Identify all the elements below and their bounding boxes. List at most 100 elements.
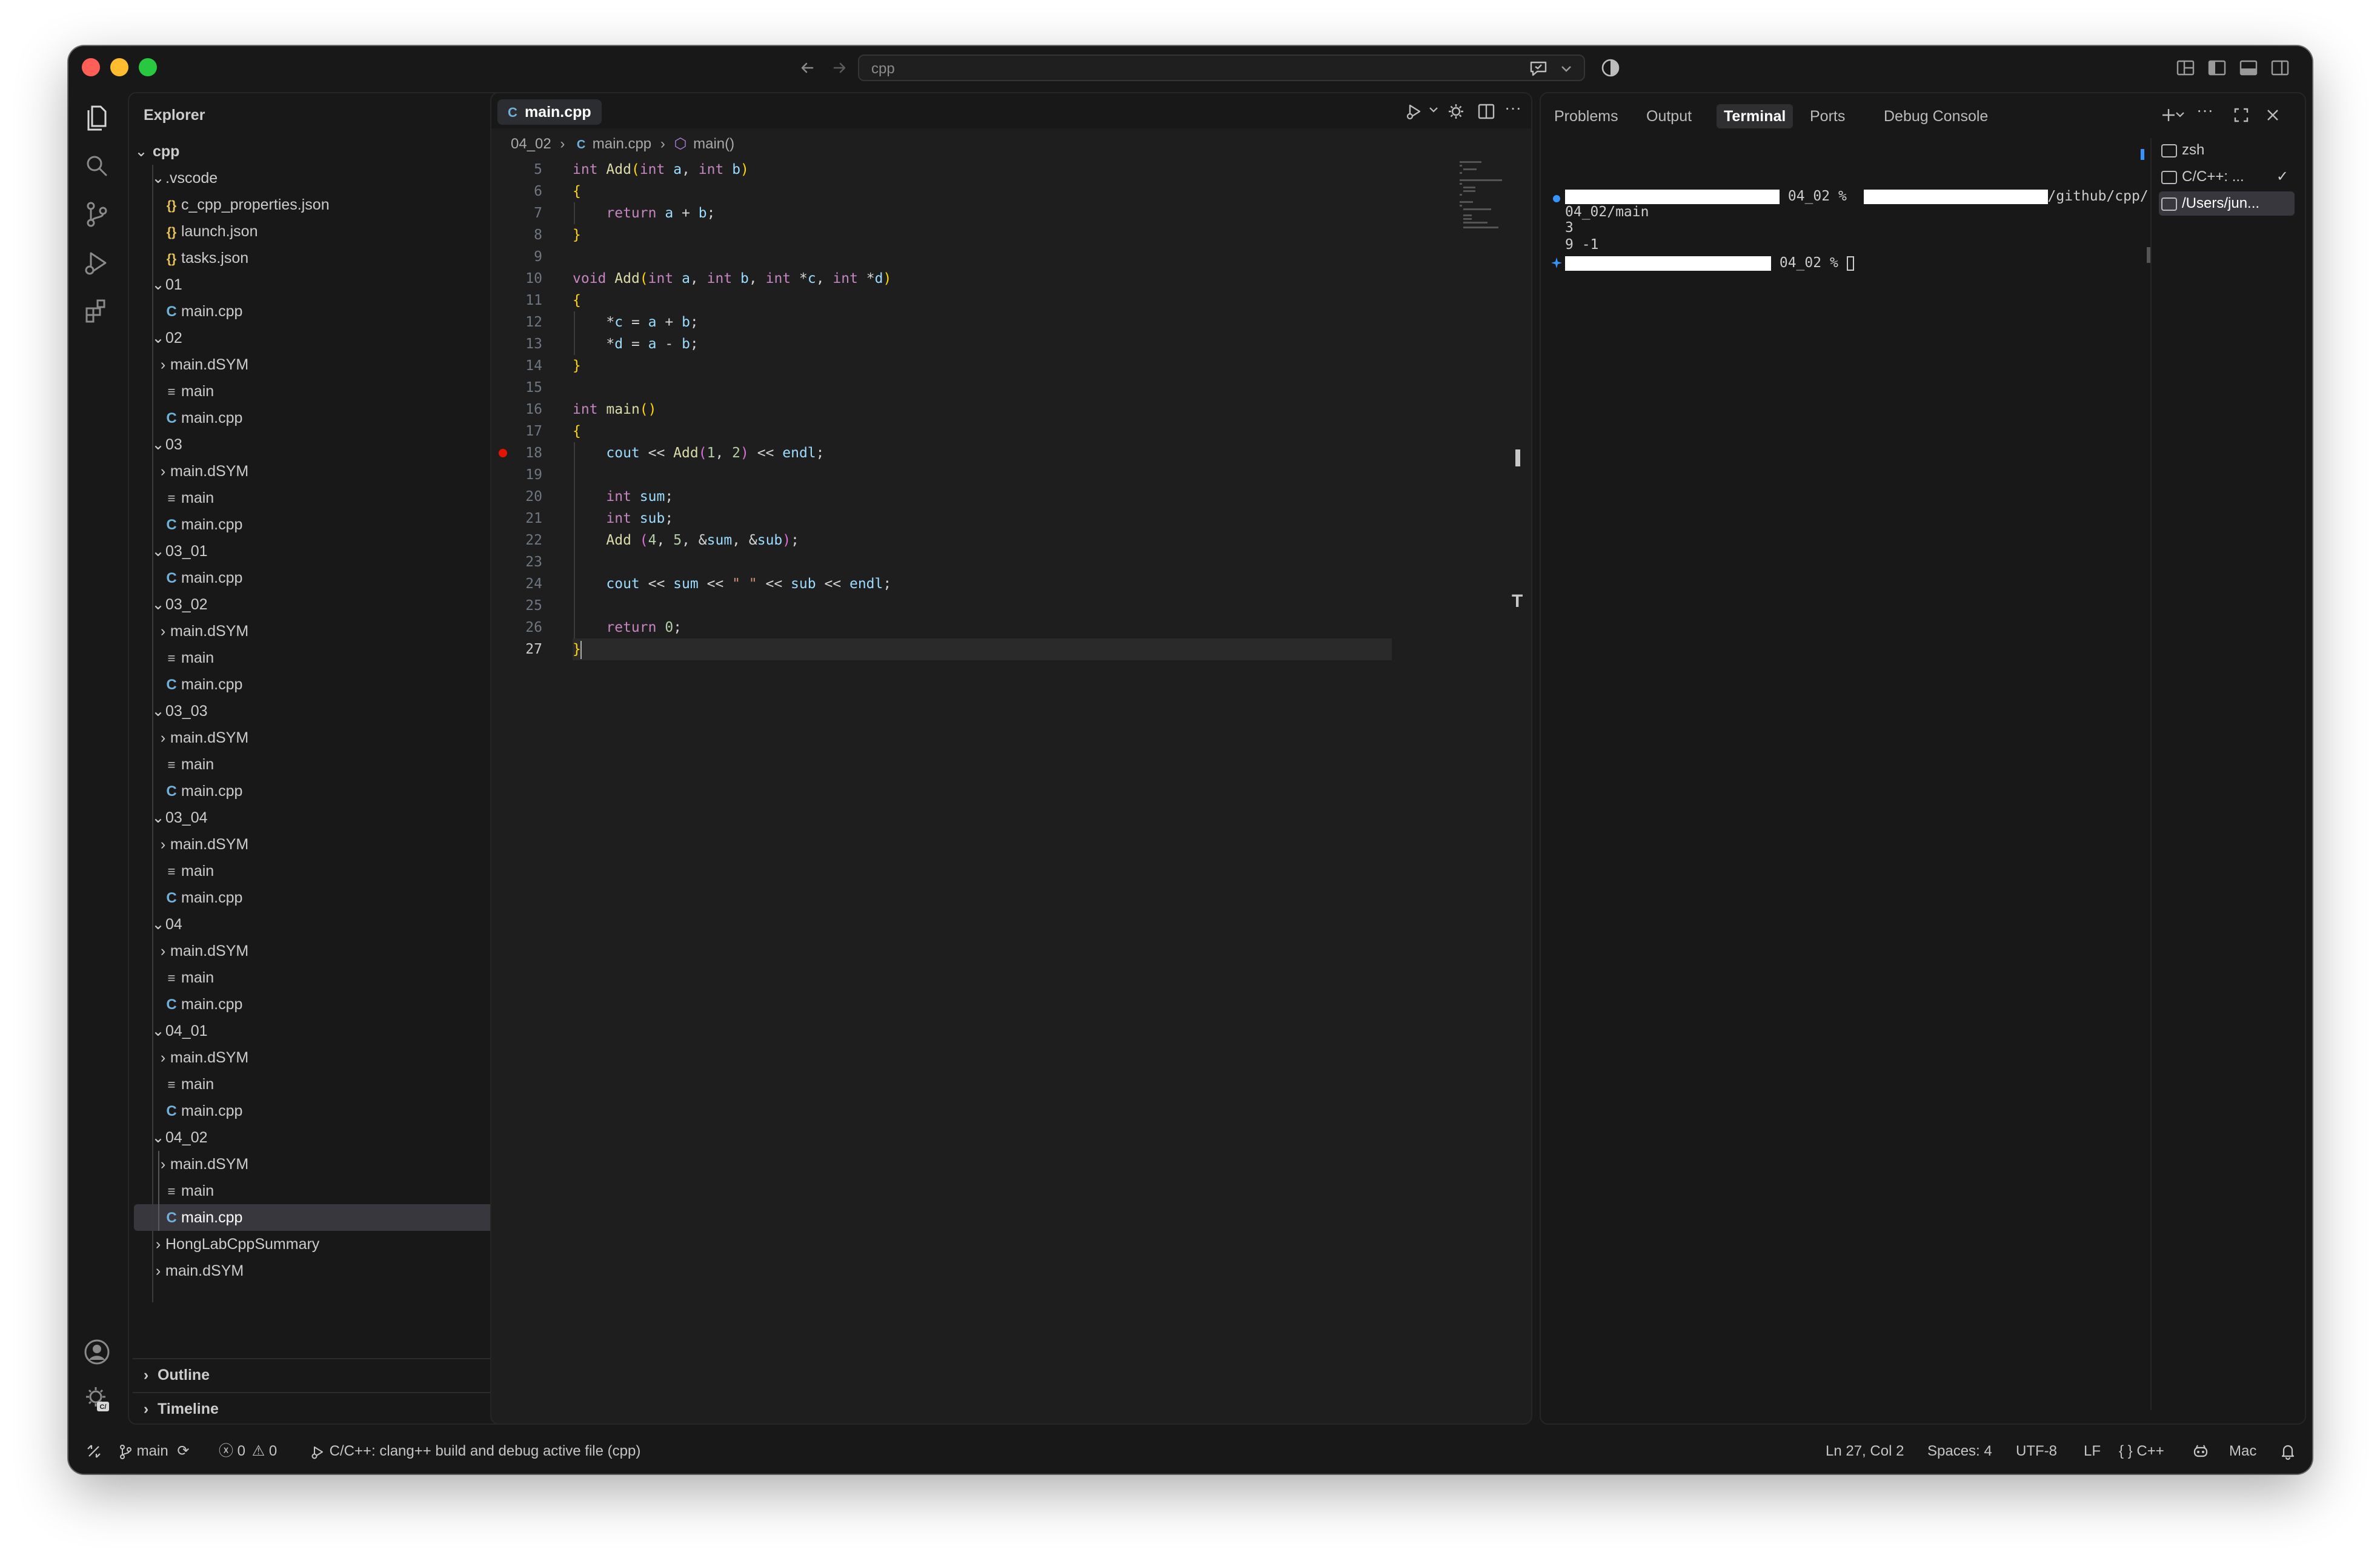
tree-root-folder[interactable]: ⌄ cpp <box>134 138 531 165</box>
copilot-icon[interactable] <box>1598 56 1623 80</box>
chevron-down-icon[interactable] <box>1560 63 1573 74</box>
tree-item[interactable]: ≡ main <box>134 1071 531 1098</box>
notifications-bell-icon[interactable] <box>2280 1443 2296 1460</box>
code-line[interactable]: 8} <box>491 224 1531 246</box>
tree-item[interactable]: › main.dSYM <box>134 1151 531 1178</box>
tree-item[interactable]: › main.dSYM <box>134 1044 531 1071</box>
problems-status[interactable]: ⓧ 0 ⚠ 0 <box>219 1428 277 1474</box>
terminal-instance[interactable]: /Users/jun... <box>2159 191 2295 216</box>
tree-item[interactable]: Cmain.cpp <box>134 405 531 431</box>
forward-arrow-icon[interactable] <box>827 56 851 80</box>
copilot-chat-icon[interactable] <box>1528 59 1549 78</box>
tree-item[interactable]: {} c_cpp_properties.json <box>134 191 531 218</box>
outline-section[interactable]: › Outline <box>133 1358 535 1391</box>
tree-item[interactable]: Cmain.cpp <box>134 671 531 698</box>
extensions-icon[interactable] <box>79 293 115 330</box>
chevron-down-icon[interactable] <box>2173 108 2187 121</box>
tree-item[interactable]: ⌄.vscode <box>134 165 531 191</box>
sparkle-icon[interactable] <box>1549 256 1564 270</box>
editor-more-actions[interactable]: ··· <box>1504 98 1521 118</box>
tree-item[interactable]: ≡ main <box>134 964 531 991</box>
code-line[interactable]: 22 Add (4, 5, &sum, &sub); <box>491 529 1531 551</box>
code-line[interactable]: 11 { <box>491 290 1531 311</box>
panel-tab[interactable]: Ports <box>1803 104 1852 128</box>
tree-item[interactable]: › main.dSYM <box>134 351 531 378</box>
tree-item[interactable]: ⌄03_01 <box>134 538 531 565</box>
command-center-search[interactable]: cpp <box>858 55 1585 81</box>
tree-item[interactable]: › main.dSYM <box>134 618 531 644</box>
tree-item[interactable]: Cmain.cpp <box>134 1098 531 1124</box>
minimap[interactable] <box>1458 160 1519 233</box>
tree-item[interactable]: ⌄03_04 <box>134 804 531 831</box>
tree-item[interactable]: ≡ main <box>134 485 531 511</box>
code-line[interactable]: 27} <box>491 638 1531 660</box>
run-debug-icon[interactable] <box>79 245 115 281</box>
tree-item[interactable]: › main.dSYM <box>134 831 531 858</box>
source-control-icon[interactable] <box>79 196 115 233</box>
code-line[interactable]: 7 return a + b; <box>491 202 1531 224</box>
tree-item[interactable]: › HongLabCppSummary <box>134 1231 531 1257</box>
tree-item[interactable]: › main.dSYM <box>134 938 531 964</box>
tree-item[interactable]: › main.dSYM <box>134 724 531 751</box>
panel-more-actions[interactable]: ··· <box>2196 101 2213 120</box>
manage-gear-icon[interactable]: C/ <box>79 1381 115 1417</box>
cursor-position-status[interactable]: Ln 27, Col 2 <box>1826 1428 1904 1474</box>
close-window-button[interactable] <box>82 58 100 76</box>
tree-item[interactable]: Cmain.cpp <box>134 511 531 538</box>
code-line[interactable]: 19 <box>491 464 1531 486</box>
explorer-icon[interactable] <box>79 99 115 136</box>
customize-layout-icon[interactable] <box>2173 56 2198 80</box>
panel-tab[interactable]: Debug Console <box>1876 104 1995 128</box>
code-line[interactable]: 14} <box>491 355 1531 377</box>
tree-item[interactable]: ⌄02 <box>134 325 531 351</box>
account-icon[interactable] <box>79 1334 115 1370</box>
breadcrumb-symbol[interactable]: main() <box>693 136 734 152</box>
tree-item[interactable]: › main.dSYM <box>134 458 531 485</box>
tree-item[interactable]: ⌄04_01 <box>134 1018 531 1044</box>
tree-item[interactable]: ≡ main <box>134 644 531 671</box>
terminal-instance[interactable]: C/C++: ... ✓ <box>2159 165 2295 189</box>
tree-item[interactable]: ≡ main <box>134 751 531 778</box>
close-panel-icon[interactable] <box>2262 104 2284 126</box>
back-arrow-icon[interactable] <box>796 56 820 80</box>
tree-item[interactable]: Cmain.cpp <box>134 1204 531 1231</box>
tree-item[interactable]: Cmain.cpp <box>134 884 531 911</box>
tree-item[interactable]: ≡ main <box>134 858 531 884</box>
encoding-status[interactable]: UTF-8 <box>2016 1428 2057 1474</box>
tree-item[interactable]: Cmain.cpp <box>134 991 531 1018</box>
gear-icon[interactable] <box>1445 101 1467 122</box>
breadcrumb-file[interactable]: main.cpp <box>593 136 651 152</box>
tree-item[interactable]: › main.dSYM <box>134 1257 531 1284</box>
task-status[interactable]: C/C++: clang++ build and debug active fi… <box>310 1428 640 1474</box>
tree-item[interactable]: ⌄03 <box>134 431 531 458</box>
tree-item[interactable]: Cmain.cpp <box>134 565 531 591</box>
code-line[interactable]: 6{ <box>491 181 1531 202</box>
panel-tab[interactable]: Terminal <box>1717 104 1793 128</box>
tree-item[interactable]: ⌄04_02 <box>134 1124 531 1151</box>
panel-tab[interactable]: Output <box>1639 104 1699 128</box>
code-line[interactable]: 12 *c = a + b; <box>491 311 1531 333</box>
tree-item[interactable]: ⌄01 <box>134 271 531 298</box>
search-icon[interactable] <box>79 148 115 184</box>
chevron-down-icon[interactable] <box>1427 103 1440 116</box>
code-line[interactable]: 20 int sum; <box>491 486 1531 508</box>
terminal-output[interactable]: 04_02 % /github/cpp/ 04_02/main 3 9 -1 0… <box>1547 141 2149 1413</box>
tree-item[interactable]: {} tasks.json <box>134 245 531 271</box>
branch-status[interactable]: main ⟳ <box>118 1428 189 1474</box>
platform-status[interactable]: Mac <box>2229 1428 2256 1474</box>
tree-item[interactable]: ≡ main <box>134 1178 531 1204</box>
code-line[interactable]: 24 cout << sum << " " << sub << endl; <box>491 573 1531 595</box>
panel-tab[interactable]: Problems <box>1547 104 1626 128</box>
copilot-status-icon[interactable] <box>2192 1443 2210 1460</box>
eol-status[interactable]: LF <box>2084 1428 2101 1474</box>
toggle-secondary-sidebar-icon[interactable] <box>2268 56 2292 80</box>
breadcrumb-folder[interactable]: 04_02 <box>511 136 551 152</box>
maximize-panel-icon[interactable] <box>2230 104 2252 126</box>
sync-icon[interactable]: ⟳ <box>177 1443 189 1459</box>
code-line[interactable]: 10 void Add(int a, int b, int *c, int *d) <box>491 268 1531 290</box>
run-debug-file-icon[interactable] <box>1404 101 1426 122</box>
tree-item[interactable]: ≡ main <box>134 378 531 405</box>
toggle-panel-icon[interactable] <box>2236 56 2261 80</box>
remote-indicator-icon[interactable] <box>85 1443 102 1460</box>
minimize-window-button[interactable] <box>110 58 128 76</box>
